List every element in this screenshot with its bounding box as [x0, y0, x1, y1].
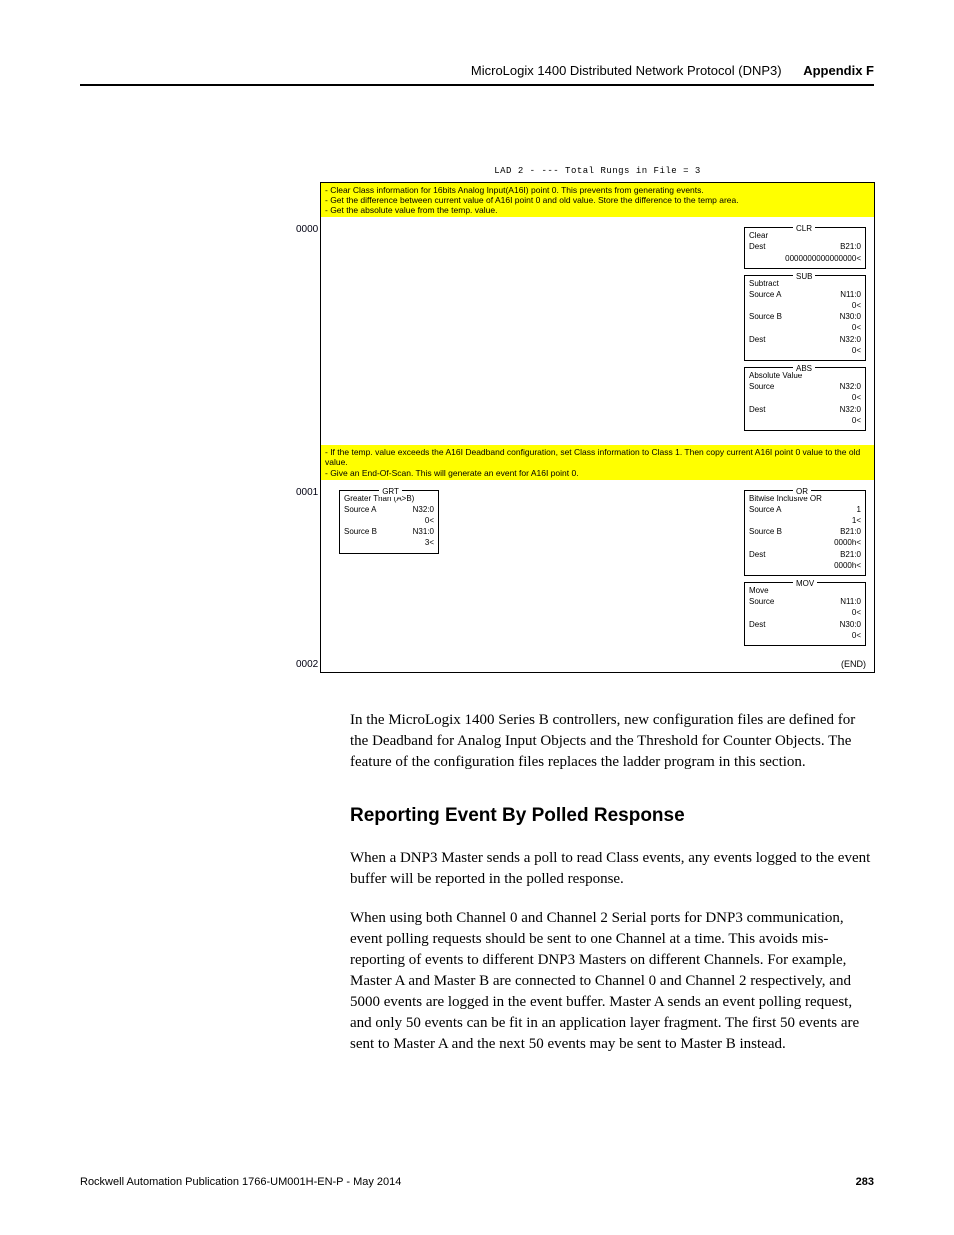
section-heading: Reporting Event By Polled Response [350, 803, 875, 830]
block-title: CLR [793, 223, 815, 234]
v: Clear [749, 230, 768, 241]
v: 0< [852, 630, 861, 641]
v: 0000h< [834, 537, 861, 548]
rung-body: 0002 (END) [320, 658, 875, 673]
instruction-grt: GRT Greater Than (A>B) Source AN32:0 0< … [339, 490, 439, 554]
rung-label: 0002 [296, 658, 318, 672]
v: N30:0 [840, 311, 861, 322]
ladder-title: LAD 2 - --- Total Rungs in File = 3 [320, 165, 875, 178]
v: 1 [857, 504, 861, 515]
page-header: MicroLogix 1400 Distributed Network Prot… [80, 62, 874, 86]
v: N32:0 [840, 381, 861, 392]
v: N32:0 [413, 504, 434, 515]
v: 0< [852, 300, 861, 311]
v: N32:0 [840, 334, 861, 345]
v: 0000000000000000< [785, 253, 861, 264]
comment-line: - Get the difference between current val… [325, 195, 870, 205]
v: Source B [749, 311, 782, 322]
body-paragraph: When using both Channel 0 and Channel 2 … [350, 908, 875, 1055]
comment-line: - Get the absolute value from the temp. … [325, 205, 870, 215]
v: Dest [749, 549, 765, 560]
page-footer: Rockwell Automation Publication 1766-UM0… [80, 1175, 874, 1190]
v: Source A [344, 504, 376, 515]
v: Dest [749, 619, 765, 630]
rung-comment: - If the temp. value exceeds the A16I De… [320, 445, 875, 480]
v: Source [749, 381, 774, 392]
block-title: GRT [379, 486, 402, 497]
block-title: OR [793, 486, 811, 497]
block-title: ABS [793, 363, 815, 374]
v: 0< [852, 415, 861, 426]
v: B21:0 [840, 549, 861, 560]
instruction-mov: MOV Move SourceN11:0 0< DestN30:0 0< [744, 582, 866, 646]
v: N31:0 [413, 526, 434, 537]
block-title: SUB [793, 271, 815, 282]
v: 3< [425, 537, 434, 548]
v: B21:0 [840, 241, 861, 252]
v: N30:0 [840, 619, 861, 630]
rung-comment: - Clear Class information for 16bits Ana… [320, 183, 875, 218]
header-appendix: Appendix F [803, 63, 874, 78]
v: 0000h< [834, 560, 861, 571]
instruction-abs: ABS Absolute Value SourceN32:0 0< DestN3… [744, 367, 866, 431]
v: 1< [852, 515, 861, 526]
body-content: In the MicroLogix 1400 Series B controll… [350, 710, 875, 1073]
v: Move [749, 585, 769, 596]
v: Source A [749, 504, 781, 515]
v: Source B [749, 526, 782, 537]
v: 0< [852, 345, 861, 356]
v: Dest [749, 241, 765, 252]
rung-body: 0000 CLR Clear DestB21:0 000000000000000… [320, 217, 875, 445]
v: Source B [344, 526, 377, 537]
v: 0< [425, 515, 434, 526]
body-paragraph: When a DNP3 Master sends a poll to read … [350, 848, 875, 890]
rung-label: 0000 [296, 223, 318, 237]
v: N11:0 [840, 596, 861, 607]
ladder-diagram: LAD 2 - --- Total Rungs in File = 3 - Cl… [320, 165, 875, 673]
v: 0< [852, 392, 861, 403]
end-mark: (END) [839, 658, 868, 671]
instruction-or: OR Bitwise Inclusive OR Source A1 1< Sou… [744, 490, 866, 576]
rung-label: 0001 [296, 486, 318, 500]
header-doc-title: MicroLogix 1400 Distributed Network Prot… [471, 63, 782, 78]
comment-line: - If the temp. value exceeds the A16I De… [325, 447, 870, 467]
page-number: 283 [856, 1175, 874, 1190]
v: 0< [852, 607, 861, 618]
body-paragraph: In the MicroLogix 1400 Series B controll… [350, 710, 875, 773]
comment-line: - Clear Class information for 16bits Ana… [325, 185, 870, 195]
instruction-sub: SUB Subtract Source AN11:0 0< Source BN3… [744, 275, 866, 361]
block-title: MOV [793, 578, 817, 589]
v: Source [749, 596, 774, 607]
v: N32:0 [840, 404, 861, 415]
rung-container: - Clear Class information for 16bits Ana… [320, 182, 875, 673]
comment-line: - Give an End-Of-Scan. This will generat… [325, 468, 870, 478]
publication-id: Rockwell Automation Publication 1766-UM0… [80, 1175, 401, 1190]
v: B21:0 [840, 526, 861, 537]
rung-body: 0001 GRT Greater Than (A>B) Source AN32:… [320, 480, 875, 658]
v: Dest [749, 334, 765, 345]
instruction-clr: CLR Clear DestB21:0 0000000000000000< [744, 227, 866, 269]
v: Dest [749, 404, 765, 415]
v: N11:0 [840, 289, 861, 300]
v: Source A [749, 289, 781, 300]
v: 0< [852, 322, 861, 333]
v: Subtract [749, 278, 779, 289]
